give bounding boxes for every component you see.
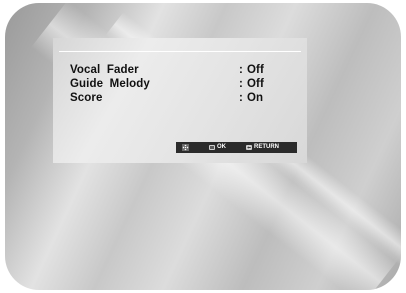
ok-label: OK xyxy=(217,144,226,150)
menu-item-value: Off xyxy=(247,78,264,90)
menu-item-separator: : xyxy=(239,78,243,90)
menu-item-score[interactable]: Score : On xyxy=(70,92,300,105)
menu-item-value: On xyxy=(247,92,264,104)
return-label: RETURN xyxy=(254,144,279,150)
button-guide-bar: OK RETURN xyxy=(176,142,297,153)
ok-button-icon xyxy=(209,145,215,150)
menu-item-label: Score xyxy=(70,92,103,104)
menu-item-separator: : xyxy=(239,64,243,76)
menu-item-guide-melody[interactable]: Guide Melody : Off xyxy=(70,78,300,91)
return-button-icon xyxy=(246,145,252,150)
tv-screen: Vocal Fader : Off Guide Melody : Off Sco… xyxy=(5,3,401,290)
directional-pad-icon xyxy=(182,144,189,151)
karaoke-setup-menu: Vocal Fader : Off Guide Melody : Off Sco… xyxy=(53,38,307,163)
menu-item-label: Vocal Fader xyxy=(70,64,139,76)
menu-item-value: Off xyxy=(247,64,264,76)
menu-item-vocal-fader[interactable]: Vocal Fader : Off xyxy=(70,64,300,77)
menu-divider xyxy=(59,51,301,52)
menu-item-label: Guide Melody xyxy=(70,78,150,90)
menu-item-separator: : xyxy=(239,92,243,104)
